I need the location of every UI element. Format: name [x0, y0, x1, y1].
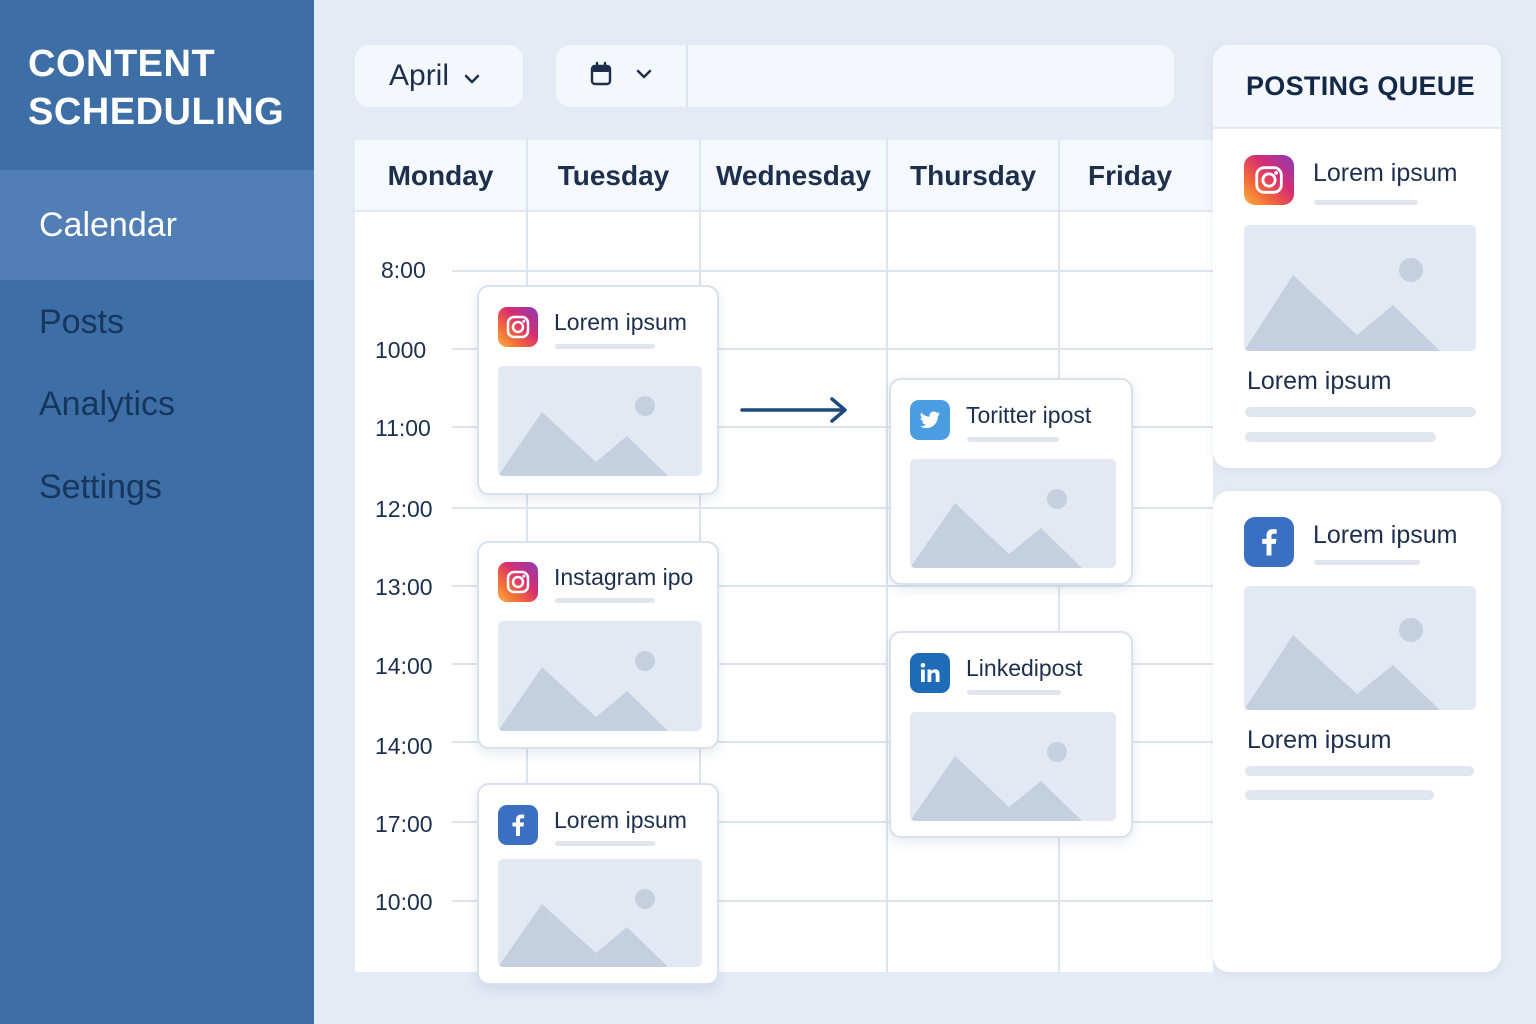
sidebar-item-settings[interactable]: Settings	[0, 432, 314, 542]
app-title-line2: SCHEDULING	[28, 91, 285, 133]
chevron-down-icon	[463, 59, 481, 93]
day-header-monday: Monday	[387, 160, 494, 191]
instagram-icon	[1244, 155, 1294, 205]
post-title: Toritter ipost	[966, 402, 1092, 428]
time-label: 12:00	[375, 496, 433, 522]
post-card-header: Lorem ipsum	[498, 805, 687, 845]
image-placeholder-icon	[1244, 225, 1476, 351]
image-placeholder-icon	[910, 459, 1116, 568]
date-search-bar	[556, 45, 1174, 107]
linkedin-icon	[910, 653, 950, 693]
day-header-friday: Friday	[1087, 160, 1173, 191]
facebook-icon	[498, 805, 538, 845]
sidebar: CONTENT SCHEDULING Calendar Posts Analyt…	[0, 0, 314, 1024]
post-card-header: Toritter ipost	[910, 400, 1091, 440]
text-line-placeholder	[1245, 432, 1436, 442]
date-picker-button[interactable]	[556, 45, 688, 107]
queue-item-subtitle-placeholder	[1314, 560, 1420, 565]
image-placeholder-icon	[498, 366, 702, 476]
day-header-thursday: Thursday	[909, 160, 1037, 191]
text-line-placeholder	[1245, 407, 1476, 417]
chevron-down-icon	[635, 67, 653, 85]
time-label: 14:00	[375, 733, 433, 759]
post-subtitle-placeholder	[555, 344, 655, 349]
queue-item-title: Lorem ipsum	[1313, 521, 1458, 549]
instagram-icon	[498, 307, 538, 347]
image-placeholder-icon	[910, 712, 1116, 821]
post-title: Lorem ipsum	[554, 309, 687, 335]
app-title-line1: CONTENT	[28, 43, 216, 85]
search-input[interactable]	[690, 45, 1174, 107]
post-card-header: Linkedipost	[910, 653, 1082, 693]
queue-item-caption: Lorem ipsum	[1247, 367, 1392, 395]
move-arrow-icon	[740, 396, 852, 429]
text-line-placeholder	[1245, 790, 1434, 800]
image-placeholder-icon	[498, 859, 702, 967]
time-label: 14:00	[375, 653, 433, 679]
sidebar-item-label: Calendar	[39, 205, 177, 244]
post-subtitle-placeholder	[967, 690, 1061, 695]
queue-item-caption: Lorem ipsum	[1247, 726, 1392, 754]
sidebar-item-label: Analytics	[39, 384, 176, 423]
app-title: CONTENT SCHEDULING	[28, 40, 284, 136]
day-header-wednesday: Wednesday	[715, 160, 872, 191]
post-card-instagram[interactable]: Instagram ipo	[477, 541, 719, 749]
time-label: 10:00	[375, 889, 433, 915]
post-card-header: Lorem ipsum	[498, 307, 687, 347]
queue-item-header[interactable]: Lorem ipsum	[1244, 155, 1458, 205]
post-card-instagram[interactable]: Lorem ipsum	[477, 285, 719, 495]
twitter-icon	[910, 400, 950, 440]
post-title: Instagram ipo	[554, 564, 694, 590]
hour-line	[452, 270, 1213, 272]
month-label: April	[389, 59, 450, 92]
facebook-icon	[1244, 517, 1294, 567]
grid-line	[886, 140, 888, 972]
posting-queue-panel: POSTING QUEUE Lorem ipsum Lorem ipsum	[1213, 45, 1501, 468]
post-subtitle-placeholder	[555, 841, 655, 846]
post-subtitle-placeholder	[555, 598, 655, 603]
text-line-placeholder	[1245, 766, 1474, 776]
post-title: Linkedipost	[966, 655, 1083, 681]
queue-item-title: Lorem ipsum	[1313, 159, 1458, 187]
instagram-icon	[498, 562, 538, 602]
post-card-twitter[interactable]: Toritter ipost	[889, 378, 1133, 585]
post-card-header: Instagram ipo	[498, 562, 693, 602]
post-card-facebook[interactable]: Lorem ipsum	[477, 783, 719, 985]
month-select[interactable]: April	[355, 45, 523, 107]
sidebar-item-label: Settings	[39, 467, 162, 506]
queue-item-subtitle-placeholder	[1314, 200, 1418, 205]
image-placeholder-icon	[498, 621, 702, 731]
time-label: 11:00	[375, 415, 431, 441]
image-placeholder-icon	[1244, 586, 1476, 710]
time-label: 13:00	[375, 574, 433, 600]
time-label: 8:00	[381, 257, 426, 283]
queue-title: POSTING QUEUE	[1213, 45, 1501, 129]
day-header-tuesday: Tuesday	[557, 160, 670, 191]
post-subtitle-placeholder	[967, 437, 1059, 442]
posting-queue-panel: Lorem ipsum Lorem ipsum	[1213, 491, 1501, 972]
time-label: 1000	[375, 337, 427, 363]
time-label: 17:00	[375, 811, 433, 837]
post-card-linkedin[interactable]: Linkedipost	[889, 631, 1133, 838]
sidebar-item-label: Posts	[39, 302, 125, 341]
post-title: Lorem ipsum	[554, 807, 687, 833]
sidebar-item-calendar[interactable]: Calendar	[0, 170, 314, 280]
calendar-icon	[589, 61, 613, 92]
